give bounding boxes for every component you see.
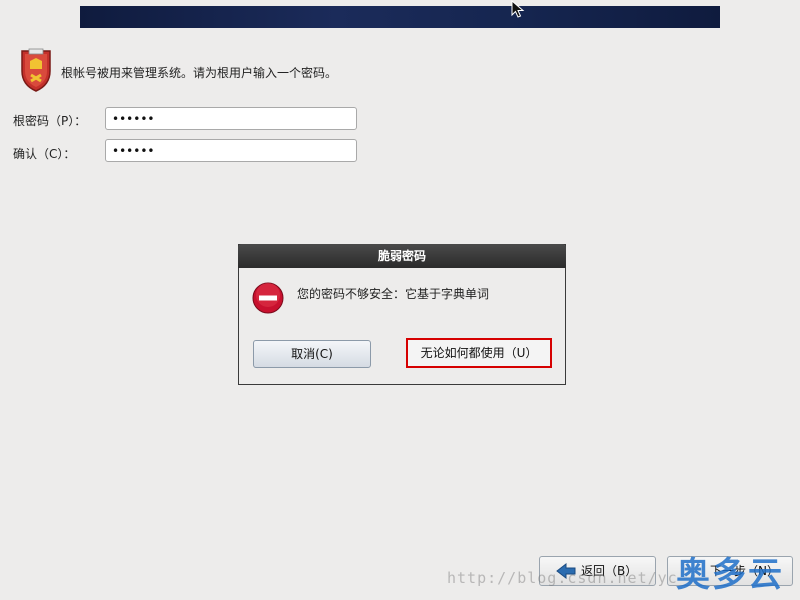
dialog-title: 脆弱密码 [238,244,566,268]
confirm-password-label: 确认（C）： [13,147,76,161]
root-shield-icon [21,48,51,92]
use-anyway-button[interactable]: 无论如何都使用（U） [406,338,552,368]
root-password-label: 根密码（P）： [13,114,87,128]
watermark-logo: 奥多云 [676,555,784,595]
cancel-button[interactable]: 取消(C) [253,340,371,368]
error-stop-icon [252,282,284,314]
confirm-password-input[interactable] [105,139,357,162]
top-banner [80,6,720,28]
mouse-cursor-icon [511,0,525,18]
weak-password-dialog: 脆弱密码 您的密码不够安全：它基于字典单词 取消(C) 无论如何都使用（U） [238,244,566,385]
intro-text: 根帐号被用来管理系统。请为根用户输入一个密码。 [61,66,338,80]
root-password-input[interactable] [105,107,357,130]
watermark-url: http://blog.csdn.net/yc [447,569,678,587]
dialog-message: 您的密码不够安全：它基于字典单词 [297,287,490,301]
